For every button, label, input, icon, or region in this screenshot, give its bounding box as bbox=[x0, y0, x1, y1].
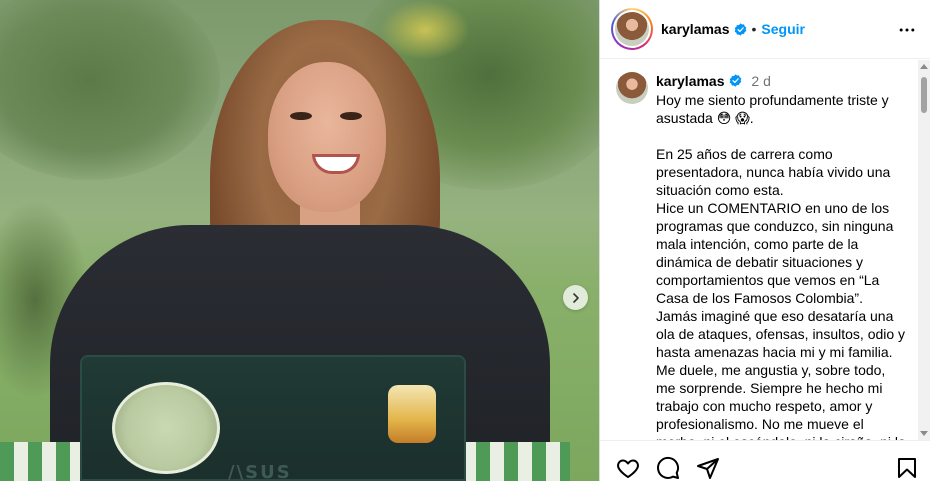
caption-text: Hoy me siento profundamente triste y asu… bbox=[656, 92, 906, 440]
laptop-logo: /\SUS bbox=[228, 462, 292, 481]
caption-scrollbar[interactable] bbox=[918, 60, 930, 440]
heart-icon bbox=[617, 459, 639, 478]
caption-verified-badge-icon bbox=[729, 74, 742, 87]
scrollbar-thumb[interactable] bbox=[921, 77, 927, 113]
more-horizontal-icon bbox=[899, 28, 915, 32]
like-button[interactable] bbox=[616, 456, 640, 480]
post-header: karylamas • Seguir bbox=[600, 0, 930, 59]
share-icon bbox=[697, 458, 719, 479]
person-eye-right bbox=[340, 112, 362, 120]
chevron-right-icon bbox=[572, 292, 579, 303]
avatar[interactable] bbox=[615, 12, 649, 46]
person-eye-left bbox=[290, 112, 312, 120]
more-options-button[interactable] bbox=[895, 18, 919, 42]
verified-badge-icon bbox=[734, 22, 747, 36]
post-side-panel: karylamas • Seguir karylamas 2 d Hoy me … bbox=[599, 0, 930, 481]
separator-dot: • bbox=[751, 21, 757, 37]
caption-username[interactable]: karylamas bbox=[656, 73, 725, 89]
carousel-next-button[interactable] bbox=[563, 285, 588, 310]
save-button[interactable] bbox=[895, 456, 919, 480]
background-foliage bbox=[0, 0, 220, 180]
comment-button[interactable] bbox=[656, 456, 680, 480]
bookmark-icon bbox=[898, 458, 916, 478]
person-face bbox=[268, 62, 386, 212]
post-time[interactable]: 2 d bbox=[751, 73, 770, 89]
follow-button[interactable]: Seguir bbox=[761, 21, 805, 37]
caption-avatar[interactable] bbox=[616, 72, 648, 104]
scroll-up-arrow-icon[interactable] bbox=[920, 64, 928, 69]
post-actions-bar bbox=[600, 440, 930, 481]
comment-icon bbox=[657, 456, 680, 479]
scroll-down-arrow-icon[interactable] bbox=[920, 431, 928, 436]
caption-header: karylamas 2 d bbox=[656, 73, 771, 89]
share-button[interactable] bbox=[696, 456, 720, 480]
header-username[interactable]: karylamas bbox=[661, 21, 730, 37]
post-photo[interactable]: /\SUS bbox=[0, 0, 599, 481]
laptop-sticker-trophy bbox=[388, 385, 436, 443]
caption-area[interactable]: karylamas 2 d Hoy me siento profundament… bbox=[600, 60, 930, 440]
laptop-sticker-round bbox=[112, 382, 220, 474]
story-ring[interactable] bbox=[611, 8, 653, 50]
